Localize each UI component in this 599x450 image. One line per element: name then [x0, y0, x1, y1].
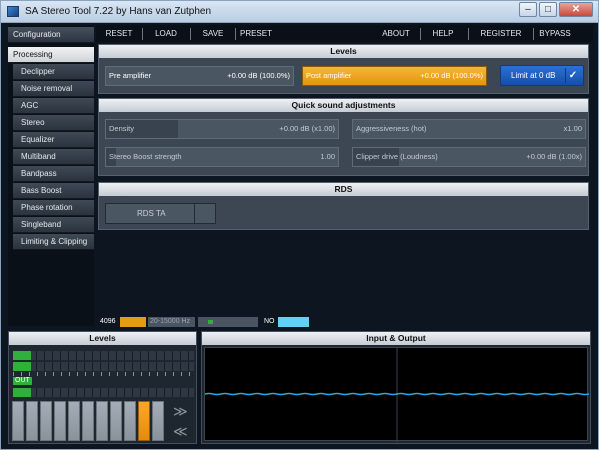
- rds-panel-title: RDS: [99, 183, 588, 196]
- band-meter: [124, 401, 136, 441]
- output-meter-left: [13, 388, 194, 397]
- title-bar: SA Stereo Tool 7.22 by Hans van Zutphen …: [1, 1, 598, 23]
- post-amplifier-value: +0.00 dB (100.0%): [420, 71, 483, 80]
- sidebar-item-agc[interactable]: AGC: [13, 98, 94, 114]
- mode-indicator: NO: [262, 317, 309, 327]
- band-meter: [110, 401, 122, 441]
- stereo-boost-value: 1.00: [320, 152, 335, 161]
- oscilloscope-display: [204, 347, 590, 442]
- meter-fill: [13, 362, 31, 371]
- waveform-line: [204, 392, 590, 396]
- band-meter: [12, 401, 24, 441]
- sidebar-item-processing[interactable]: Processing: [8, 47, 94, 63]
- bypass-menu[interactable]: BYPASS: [537, 25, 573, 42]
- signal-led-icon: [208, 320, 213, 324]
- band-meter: [82, 401, 94, 441]
- sidebar-item-limiting-clipping[interactable]: Limiting & Clipping: [13, 234, 94, 250]
- band-meter: [138, 401, 150, 441]
- sidebar-item-stereo[interactable]: Stereo: [13, 115, 94, 131]
- menu-separator: [235, 28, 236, 40]
- frequency-range-indicator: 20-15000 Hz: [148, 317, 195, 327]
- expand-left-icon[interactable]: ≪: [173, 424, 188, 438]
- app-window: SA Stereo Tool 7.22 by Hans van Zutphen …: [0, 0, 599, 450]
- sidebar-item-bandpass[interactable]: Bandpass: [13, 166, 94, 182]
- band-meter: [96, 401, 108, 441]
- sidebar-item-phase-rotation[interactable]: Phase rotation: [13, 200, 94, 216]
- menu-separator: [468, 28, 469, 40]
- signal-indicator: [198, 317, 258, 327]
- input-meter-right: [13, 362, 194, 371]
- maximize-button[interactable]: □: [539, 2, 557, 17]
- pre-amplifier-value: +0.00 dB (100.0%): [227, 71, 290, 80]
- meter-fill: [13, 388, 31, 397]
- band-meter: [152, 401, 164, 441]
- button-divider: [194, 204, 195, 223]
- band-meter: [54, 401, 66, 441]
- reset-menu[interactable]: RESET: [101, 25, 137, 42]
- aggressiveness-label: Aggressiveness (hot): [356, 124, 427, 133]
- band-meters: [12, 401, 172, 441]
- band-meter: [26, 401, 38, 441]
- checkmark-icon: ✓: [565, 68, 580, 83]
- quick-adjust-title: Quick sound adjustments: [99, 99, 588, 112]
- levels-panel-title: Levels: [99, 45, 588, 58]
- rds-ta-label: RDS TA: [137, 209, 166, 218]
- clipper-drive-slider[interactable]: Clipper drive (Loudness) +0.00 dB (1.00x…: [352, 147, 586, 167]
- density-label: Density: [109, 124, 135, 133]
- sidebar-item-equalizer[interactable]: Equalizer: [13, 132, 94, 148]
- waveform-graph: [204, 348, 590, 442]
- clipper-drive-label: Clipper drive (Loudness): [356, 152, 438, 161]
- clipper-drive-value: +0.00 dB (1.00x): [526, 152, 582, 161]
- load-menu[interactable]: LOAD: [148, 25, 184, 42]
- band-meter: [68, 401, 80, 441]
- preset-menu[interactable]: PRESET: [238, 25, 274, 42]
- aggressiveness-value: x1.00: [563, 124, 582, 133]
- menu-separator: [533, 28, 534, 40]
- sidebar: Configuration Processing Declipper Noise…: [8, 25, 94, 326]
- input-output-title: Input & Output: [202, 332, 590, 345]
- sidebar-item-configuration[interactable]: Configuration: [8, 27, 94, 43]
- save-menu[interactable]: SAVE: [195, 25, 231, 42]
- post-amplifier-label: Post amplifier: [306, 71, 352, 80]
- pre-amplifier-slider[interactable]: Pre amplifier +0.00 dB (100.0%): [105, 66, 294, 86]
- density-value: +0.00 dB (x1.00): [279, 124, 335, 133]
- close-button[interactable]: ✕: [559, 2, 593, 17]
- density-slider[interactable]: Density +0.00 dB (x1.00): [105, 119, 339, 139]
- stereo-boost-label: Stereo Boost strength: [109, 152, 182, 161]
- limit-label: Limit at 0 dB: [511, 71, 556, 80]
- band-meter: [40, 401, 52, 441]
- app-icon: [7, 6, 19, 17]
- post-amplifier-slider[interactable]: Post amplifier +0.00 dB (100.0%): [302, 66, 487, 86]
- sidebar-item-declipper[interactable]: Declipper: [13, 64, 94, 80]
- meters-panel-title: Levels: [9, 332, 196, 345]
- help-menu[interactable]: HELP: [428, 25, 458, 42]
- window-title: SA Stereo Tool 7.22 by Hans van Zutphen: [25, 6, 212, 17]
- menu-separator: [190, 28, 191, 40]
- input-meter-left: [13, 351, 194, 360]
- sidebar-item-noise-removal[interactable]: Noise removal: [13, 81, 94, 97]
- limit-at-0db-toggle[interactable]: Limit at 0 dB ✓: [500, 65, 584, 86]
- menu-separator: [420, 28, 421, 40]
- meter-scale: [13, 372, 194, 376]
- sidebar-item-bass-boost[interactable]: Bass Boost: [13, 183, 94, 199]
- meter-fill: [13, 351, 31, 360]
- output-meter-label: OUT: [13, 377, 32, 385]
- pre-amplifier-label: Pre amplifier: [109, 71, 152, 80]
- expand-right-icon[interactable]: ≫: [173, 404, 188, 418]
- aggressiveness-slider[interactable]: Aggressiveness (hot) x1.00: [352, 119, 586, 139]
- rds-ta-button[interactable]: RDS TA: [105, 203, 216, 224]
- status-bar: 4096 20-15000 Hz NO: [98, 317, 312, 327]
- buffer-size-indicator: 4096: [98, 317, 146, 327]
- about-menu[interactable]: ABOUT: [378, 25, 414, 42]
- minimize-button[interactable]: –: [519, 2, 537, 17]
- sidebar-item-singleband[interactable]: Singleband: [13, 217, 94, 233]
- sidebar-item-multiband[interactable]: Multiband: [13, 149, 94, 165]
- stereo-boost-slider[interactable]: Stereo Boost strength 1.00: [105, 147, 339, 167]
- menu-bar: RESET LOAD SAVE PRESET ABOUT HELP REGIST…: [96, 25, 593, 42]
- menu-separator: [142, 28, 143, 40]
- register-menu[interactable]: REGISTER: [476, 25, 526, 42]
